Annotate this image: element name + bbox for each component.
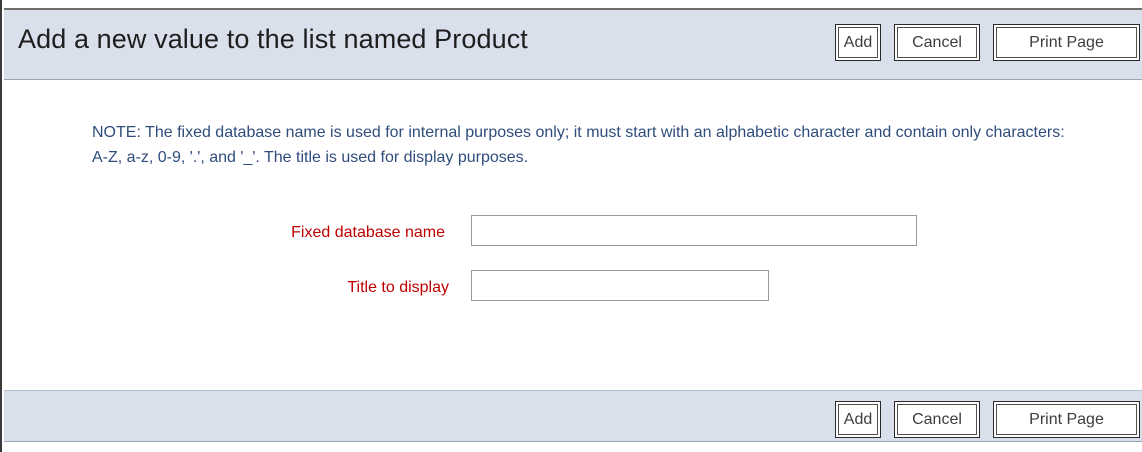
print-page-button[interactable]: Print Page (993, 24, 1140, 61)
print-page-button-bottom[interactable]: Print Page (993, 401, 1140, 438)
title-label: Title to display (347, 279, 449, 296)
title-input[interactable] (471, 270, 769, 301)
top-toolbar: Add a new value to the list named Produc… (4, 8, 1142, 80)
add-button[interactable]: Add (835, 24, 881, 61)
page-title: Add a new value to the list named Produc… (18, 24, 528, 54)
page-frame: Add a new value to the list named Produc… (0, 0, 1142, 452)
note-text: NOTE: The fixed database name is used fo… (92, 124, 1065, 166)
cancel-button[interactable]: Cancel (894, 24, 980, 61)
db-name-label: Fixed database name (291, 224, 445, 241)
add-button-bottom[interactable]: Add (835, 401, 881, 438)
db-name-input[interactable] (471, 215, 917, 246)
cancel-button-bottom[interactable]: Cancel (894, 401, 980, 438)
bottom-toolbar: Add Cancel Print Page (4, 390, 1142, 442)
